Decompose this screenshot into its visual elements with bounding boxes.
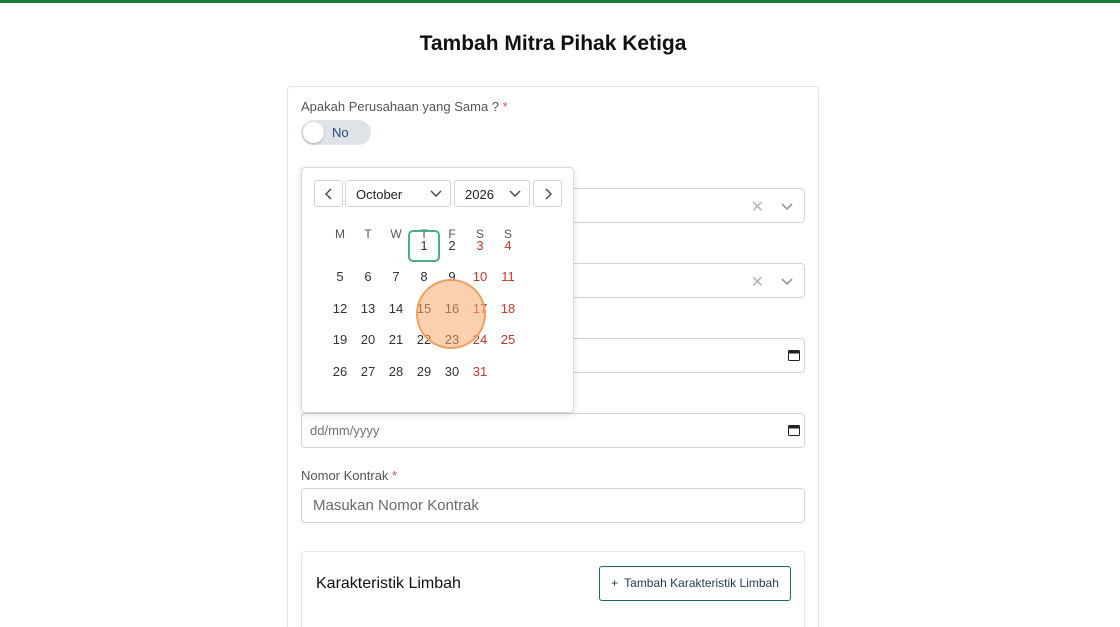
- calendar-day[interactable]: 3: [466, 232, 494, 260]
- year-select[interactable]: 2026: [454, 180, 530, 207]
- calendar-day[interactable]: 25: [494, 326, 522, 354]
- calendar-day[interactable]: 20: [354, 326, 382, 354]
- chevron-right-icon: [545, 188, 552, 200]
- calendar-day[interactable]: 29: [410, 358, 438, 386]
- calendar-day[interactable]: 6: [354, 263, 382, 291]
- add-waste-button[interactable]: + Tambah Karakteristik Limbah: [599, 566, 791, 601]
- calendar-day[interactable]: 24: [466, 326, 494, 354]
- calendar-day[interactable]: 16: [438, 295, 466, 323]
- calendar-day[interactable]: 17: [466, 295, 494, 323]
- end-date-field[interactable]: dd/mm/yyyy: [301, 413, 805, 448]
- month-select[interactable]: October: [345, 180, 451, 207]
- contract-label: Nomor Kontrak *: [301, 468, 398, 483]
- chevron-down-icon[interactable]: [780, 274, 794, 288]
- calendar-day[interactable]: 18: [494, 295, 522, 323]
- prev-month-button[interactable]: [314, 180, 343, 207]
- calendar-day[interactable]: 15: [410, 295, 438, 323]
- same-company-toggle[interactable]: No: [301, 120, 371, 145]
- calendar-day[interactable]: 8: [410, 263, 438, 291]
- calendar-day[interactable]: 4: [494, 232, 522, 260]
- calendar-day[interactable]: 13: [354, 295, 382, 323]
- date-placeholder: dd/mm/yyyy: [310, 423, 380, 438]
- clear-icon[interactable]: ✕: [751, 272, 764, 292]
- calendar-day[interactable]: 12: [326, 295, 354, 323]
- clear-icon[interactable]: ✕: [751, 197, 764, 217]
- calendar-day[interactable]: 19: [326, 326, 354, 354]
- calendar-day[interactable]: 30: [438, 358, 466, 386]
- toggle-knob: [303, 122, 324, 143]
- toggle-label: No: [332, 125, 349, 140]
- calendar-day[interactable]: 23: [438, 326, 466, 354]
- calendar-day[interactable]: 21: [382, 326, 410, 354]
- month-value: October: [356, 187, 403, 202]
- calendar-day[interactable]: 26: [326, 358, 354, 386]
- year-value: 2026: [465, 187, 494, 202]
- next-month-button[interactable]: [533, 180, 562, 207]
- waste-section-title: Karakteristik Limbah: [316, 575, 461, 592]
- calendar-icon[interactable]: [788, 424, 800, 436]
- calendar-day[interactable]: 28: [382, 358, 410, 386]
- chevron-left-icon: [325, 188, 332, 200]
- same-company-label: Apakah Perusahaan yang Sama ? *: [301, 99, 508, 114]
- calendar-day[interactable]: 5: [326, 263, 354, 291]
- calendar-day[interactable]: 2: [438, 232, 466, 260]
- contract-number-input[interactable]: Masukan Nomor Kontrak: [301, 488, 805, 523]
- plus-icon: +: [611, 576, 619, 590]
- calendar-day[interactable]: 22: [410, 326, 438, 354]
- date-picker: October 2026 M T W T F S S 1 2 3 4 5 6 7 8 9 10 11 12 13 14 1…: [301, 167, 574, 413]
- weekday-header: T: [364, 227, 372, 241]
- chevron-down-icon: [509, 190, 521, 197]
- contract-placeholder: Masukan Nomor Kontrak: [313, 497, 479, 514]
- calendar-icon[interactable]: [788, 349, 800, 361]
- top-accent-bar: [0, 0, 1120, 3]
- calendar-day[interactable]: 10: [466, 263, 494, 291]
- chevron-down-icon: [430, 190, 442, 197]
- calendar-day[interactable]: 11: [494, 263, 522, 291]
- page-title: Tambah Mitra Pihak Ketiga: [419, 32, 687, 55]
- calendar-day[interactable]: 31: [466, 358, 494, 386]
- chevron-down-icon[interactable]: [780, 199, 794, 213]
- weekday-header: M: [335, 227, 345, 241]
- calendar-day[interactable]: 27: [354, 358, 382, 386]
- calendar-day-today[interactable]: 1: [408, 230, 440, 262]
- calendar-day[interactable]: 7: [382, 263, 410, 291]
- calendar-day[interactable]: 14: [382, 295, 410, 323]
- weekday-header: W: [390, 227, 402, 241]
- calendar-day[interactable]: 9: [438, 263, 466, 291]
- waste-section: Karakteristik Limbah + Tambah Karakterist…: [301, 551, 805, 627]
